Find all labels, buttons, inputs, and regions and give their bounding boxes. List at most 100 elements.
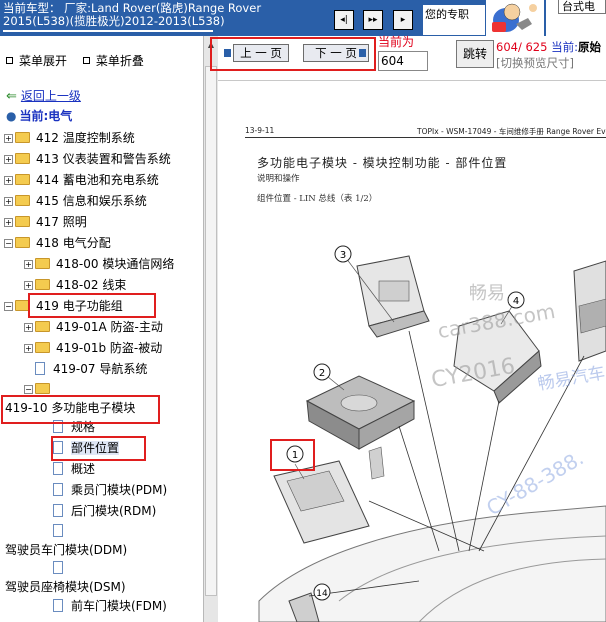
- next-marker-icon: [359, 49, 366, 57]
- folder-icon: [35, 258, 50, 269]
- page-number-input[interactable]: [378, 51, 428, 71]
- expand-plus-icon: +: [24, 260, 33, 269]
- header-right-panel: 台式电: [546, 0, 606, 36]
- tree-item-blank-2[interactable]: [53, 558, 71, 578]
- tree-item-418-00[interactable]: +418-00 模块通信网络: [24, 254, 174, 274]
- callout-4: 4: [513, 296, 519, 307]
- expand-plus-icon: +: [4, 155, 13, 164]
- document-page: 13-9-11 TOPIx - WSM-17049 - 车间维修手册 Range…: [219, 81, 606, 622]
- tree-item-415[interactable]: +415 信息和娱乐系统: [4, 191, 147, 211]
- component-diagram: 3 4 2 1 14: [258, 245, 606, 622]
- vehicle-info-underline: [3, 30, 213, 32]
- callout-1: 1: [292, 450, 298, 461]
- collapse-minus-icon: −: [4, 239, 13, 248]
- tree-item-419-01a[interactable]: +419-01A 防盗-主动: [24, 317, 163, 337]
- document-icon: [53, 504, 63, 517]
- folder-icon: [35, 342, 50, 353]
- document-icon: [53, 420, 63, 433]
- module-2-drawing: [305, 375, 416, 450]
- collapse-minus-icon: −: [24, 385, 33, 394]
- collapse-minus-icon: −: [4, 302, 13, 311]
- module-3-drawing: [356, 255, 430, 338]
- brand-label: 您的专职: [423, 5, 485, 35]
- folder-icon: [35, 279, 50, 290]
- tree-item-418[interactable]: −418 电气分配: [4, 233, 111, 253]
- fast-forward-button[interactable]: ▸▸: [363, 10, 383, 30]
- expand-plus-icon: +: [4, 197, 13, 206]
- tree-item-fdm[interactable]: 前车门模块(FDM): [53, 596, 167, 616]
- module-4-drawing: [453, 310, 542, 404]
- document-icon: [53, 462, 63, 475]
- next-button[interactable]: ▸: [393, 10, 413, 30]
- tree-item-419-01b[interactable]: +419-01b 防盗-被动: [24, 338, 162, 358]
- tree-item-419-10[interactable]: 419-10 多功能电子模块: [5, 398, 135, 418]
- tree-item-413[interactable]: +413 仪表装置和警告系统: [4, 149, 171, 169]
- document-icon: [53, 483, 63, 496]
- next-icon: ▸: [400, 15, 406, 25]
- scroll-up-icon[interactable]: ▲: [205, 39, 217, 51]
- tree-item-dsm[interactable]: 驾驶员座椅模块(DSM): [5, 577, 126, 597]
- tree-item-419-07[interactable]: 419-07 导航系统: [35, 359, 147, 379]
- document-icon: [35, 362, 45, 375]
- sidebar-scrollbar[interactable]: ▲: [203, 36, 218, 622]
- callout-2: 2: [319, 368, 325, 379]
- jump-button[interactable]: 跳转: [456, 40, 494, 68]
- tree-item-418-02[interactable]: +418-02 线束: [24, 275, 126, 295]
- document-icon: [53, 599, 63, 612]
- module-right-drawing: [573, 260, 606, 362]
- prev-marker-icon: [224, 49, 231, 57]
- tree-item-412[interactable]: +412 温度控制系统: [4, 128, 135, 148]
- first-page-button[interactable]: ◂|: [334, 10, 354, 30]
- expand-plus-icon: +: [24, 323, 33, 332]
- tree-item-overview[interactable]: 概述: [53, 459, 95, 479]
- folder-icon: [15, 216, 30, 227]
- module-1-drawing: [273, 446, 385, 544]
- tree-item-ddm[interactable]: 驾驶员车门模块(DDM): [5, 540, 127, 560]
- document-icon: [53, 561, 63, 574]
- preview-size-toggle[interactable]: [切换预览尺寸]: [496, 55, 574, 71]
- callout-14: 14: [316, 589, 328, 599]
- square-icon: [82, 57, 90, 64]
- folder-icon: [15, 153, 30, 164]
- mascot-logo: [486, 0, 544, 36]
- current-section: ● 当前:电气: [6, 109, 73, 123]
- document-icon: [53, 441, 63, 454]
- location-icon: ●: [6, 109, 17, 123]
- tree-item-419[interactable]: −419 电子功能组: [4, 296, 123, 316]
- desktop-label: 台式电: [558, 0, 606, 14]
- folder-icon: [15, 195, 30, 206]
- menu-toggle-row: 菜单展开 菜单折叠: [6, 52, 156, 69]
- expand-plus-icon: +: [4, 218, 13, 227]
- first-icon: ◂|: [340, 15, 348, 25]
- callout-3: 3: [340, 250, 346, 261]
- expand-plus-icon: +: [24, 344, 33, 353]
- prev-page-button[interactable]: 上 一 页: [233, 44, 289, 62]
- tree-item-folder-open[interactable]: −: [24, 379, 56, 399]
- expand-plus-icon: +: [4, 134, 13, 143]
- folder-icon: [15, 132, 30, 143]
- folder-open-icon: [35, 383, 50, 394]
- back-link[interactable]: ⇐ 返回上一级: [6, 86, 81, 106]
- folder-icon: [35, 321, 50, 332]
- tree-item-rdm[interactable]: 后门模块(RDM): [53, 501, 156, 521]
- tree-item-414[interactable]: +414 蓄电池和充电系统: [4, 170, 159, 190]
- tree-item-specs[interactable]: 规格: [53, 417, 95, 437]
- tree-item-blank[interactable]: [53, 521, 71, 541]
- folder-open-icon: [15, 300, 30, 311]
- tree-item-component-location[interactable]: 部件位置: [53, 438, 120, 458]
- app-header: 当前车型： 厂家:Land Rover(路虎)Range Rover 2015(…: [0, 0, 606, 36]
- tree-item-pdm[interactable]: 乘员门模块(PDM): [53, 480, 167, 500]
- fast-forward-icon: ▸▸: [368, 15, 378, 25]
- current-page-label: 当前为: [378, 35, 415, 49]
- menu-collapse-button[interactable]: 菜单折叠: [82, 54, 144, 68]
- page-status: 604/ 625 当前:原始: [496, 40, 601, 54]
- vehicle-info: 当前车型： 厂家:Land Rover(路虎)Range Rover 2015(…: [3, 2, 262, 28]
- menu-expand-button[interactable]: 菜单展开: [6, 54, 67, 68]
- expand-plus-icon: +: [4, 176, 13, 185]
- folder-open-icon: [15, 237, 30, 248]
- tree-item-417[interactable]: +417 照明: [4, 212, 87, 232]
- folder-icon: [15, 174, 30, 185]
- document-icon: [53, 524, 63, 537]
- back-arrow-icon: ⇐: [6, 89, 17, 104]
- scrollbar-thumb[interactable]: [205, 66, 217, 596]
